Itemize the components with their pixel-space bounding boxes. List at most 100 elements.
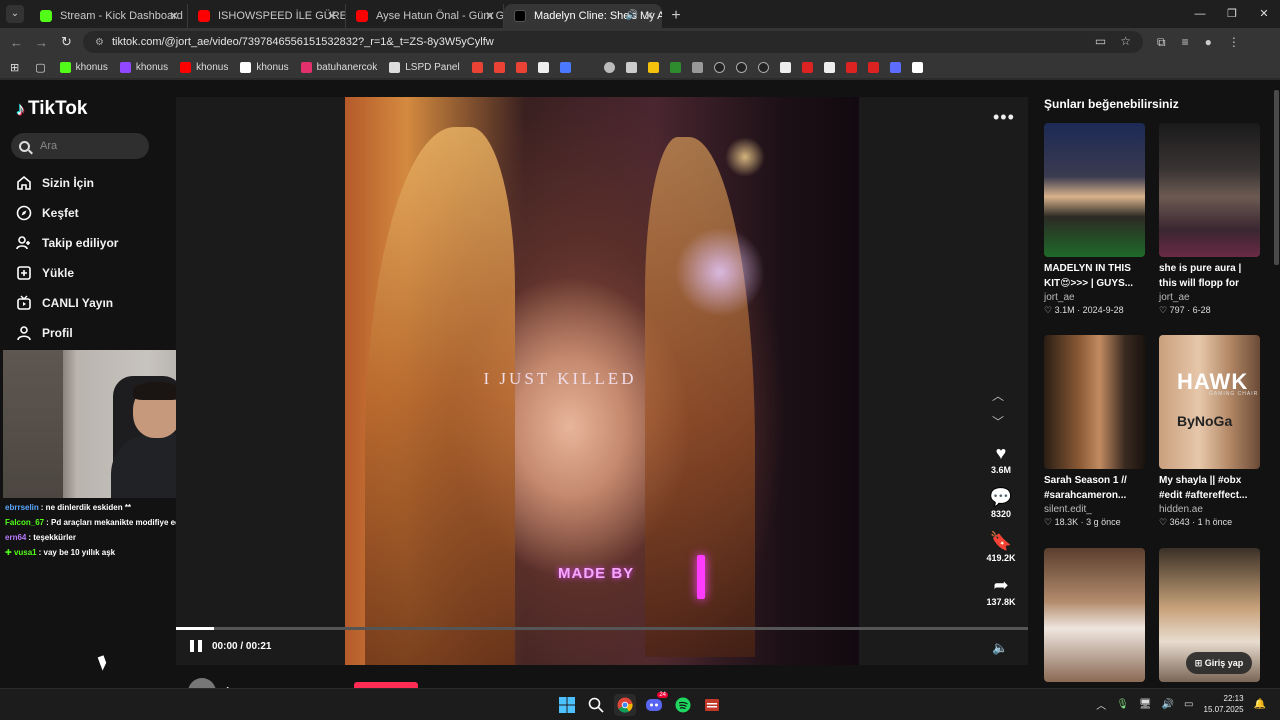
search-box[interactable] — [11, 133, 149, 159]
sidebar-item-live[interactable]: CANLI Yayın — [15, 288, 118, 318]
share-button[interactable]: ➦ 137.8K — [976, 575, 1026, 607]
forward-arrow-icon[interactable]: → — [29, 35, 54, 50]
bookmark-item[interactable]: LSPD Panel — [389, 61, 460, 73]
close-tab-icon[interactable]: ✕ — [644, 4, 654, 28]
tab-ayse-hatun[interactable]: Ayse Hatun Önal - Güm Güm ( ✕ — [346, 4, 504, 28]
close-window-icon[interactable]: ✕ — [1248, 0, 1280, 28]
sidebar-item-profile[interactable]: Profil — [15, 318, 118, 348]
login-button[interactable]: ⊞ Giriş yap — [1186, 652, 1252, 674]
close-tab-icon[interactable]: ✕ — [169, 4, 179, 28]
video-progress-bar[interactable] — [176, 627, 1028, 630]
tab-tiktok-active[interactable]: Madelyn Cline: She's My Al 🔊 ✕ — [504, 4, 662, 28]
windows-start-icon[interactable] — [556, 694, 578, 716]
site-favicon-icon[interactable] — [537, 61, 549, 73]
search-icon[interactable] — [585, 694, 607, 716]
video-thumbnail[interactable] — [1044, 335, 1145, 469]
gmail-favicon-icon[interactable] — [493, 61, 505, 73]
sidebar-item-for-you[interactable]: Sizin İçin — [15, 168, 118, 198]
recommendation-card[interactable] — [1044, 548, 1145, 682]
back-arrow-icon[interactable]: ← — [4, 35, 29, 50]
sidebar-item-explore[interactable]: Keşfet — [15, 198, 118, 228]
folder-icon[interactable]: ▢ — [35, 61, 45, 74]
recommendation-card[interactable]: HAWK GAMING CHAIR ByNoGa My shayla || #o… — [1159, 335, 1260, 528]
site-favicon-icon[interactable] — [911, 61, 923, 73]
comment-button[interactable]: 💬 8320 — [976, 487, 1026, 519]
site-favicon-icon[interactable] — [691, 61, 703, 73]
search-input[interactable] — [40, 140, 140, 152]
apps-grid-icon[interactable]: ⊞ — [10, 61, 19, 74]
sidebar-item-upload[interactable]: Yükle — [15, 258, 118, 288]
chevron-up-icon[interactable]: ︿ — [1096, 697, 1106, 712]
gmail-favicon-icon[interactable] — [515, 61, 527, 73]
cast-icon[interactable]: ▭ — [1095, 34, 1106, 48]
app-icon[interactable] — [701, 694, 723, 716]
like-button[interactable]: ♥ 3.6M — [976, 443, 1026, 475]
address-bar[interactable]: ⚙ tiktok.com/@jort_ae/video/739784655615… — [83, 31, 1143, 53]
tab-kick-dashboard[interactable]: Stream - Kick Dashboard ✕ — [30, 4, 188, 28]
site-favicon-icon[interactable] — [647, 61, 659, 73]
speaker-icon[interactable]: 🔊 — [1162, 699, 1174, 710]
site-favicon-icon[interactable] — [889, 61, 901, 73]
video-thumbnail[interactable] — [1159, 123, 1260, 257]
tab-ishowspeed[interactable]: ISHOWSPEED İLE GÜREŞTİM! @ ✕ — [188, 4, 346, 28]
save-button[interactable]: 🔖 419.2K — [976, 531, 1026, 563]
extensions-icon[interactable]: ⧉ — [1157, 35, 1166, 50]
new-tab-button[interactable]: + — [662, 4, 690, 28]
tiktok-logo[interactable]: ♪ TikTok — [16, 98, 87, 120]
chevron-down-icon[interactable]: ﹀ — [992, 413, 1004, 430]
volume-icon[interactable]: 🔈 — [992, 640, 1008, 656]
globe-favicon-icon[interactable] — [603, 61, 615, 73]
video-frame[interactable]: I JUST KILLED MADE BY — [345, 97, 859, 665]
site-favicon-icon[interactable] — [735, 61, 747, 73]
recommendation-card[interactable]: she is pure aura | this will flopp for s… — [1159, 123, 1260, 316]
site-favicon-icon[interactable] — [823, 61, 835, 73]
restore-icon[interactable]: ❐ — [1216, 0, 1248, 28]
microphone-icon[interactable]: 🎙 — [1116, 699, 1129, 710]
profile-avatar-icon[interactable]: ● — [1205, 35, 1212, 50]
recommendation-card[interactable]: Sarah Season 1 // #sarahcameron... silen… — [1044, 335, 1145, 528]
bookmark-item[interactable]: batuhanercok — [300, 61, 377, 73]
recommendation-card[interactable]: MADELYN IN THIS KIT😍>>> | GUYS... jort_a… — [1044, 123, 1145, 316]
site-info-icon[interactable]: ⚙ — [95, 37, 104, 48]
video-thumbnail[interactable]: HAWK GAMING CHAIR ByNoGa — [1159, 335, 1260, 469]
site-favicon-icon[interactable] — [669, 61, 681, 73]
sidebar-item-following[interactable]: Takip ediliyor — [15, 228, 118, 258]
site-favicon-icon[interactable] — [581, 61, 593, 73]
site-favicon-icon[interactable] — [757, 61, 769, 73]
site-favicon-icon[interactable] — [779, 61, 791, 73]
network-icon[interactable]: 🖥 — [1139, 699, 1152, 710]
site-favicon-icon[interactable] — [713, 61, 725, 73]
site-favicon-icon[interactable] — [867, 61, 879, 73]
taskbar-clock[interactable]: 22:13 15.07.2025 — [1204, 693, 1244, 715]
battery-icon[interactable]: ▭ — [1184, 699, 1193, 710]
notification-bell-icon[interactable]: 🔔 — [1254, 699, 1266, 710]
browser-menu-icon[interactable]: ⋮ — [1228, 35, 1240, 50]
bookmark-item[interactable]: khonus — [180, 61, 228, 73]
video-player[interactable]: I JUST KILLED MADE BY ••• ︿ ﹀ ♥ 3.6M 💬 8… — [176, 97, 1028, 665]
bookmark-item[interactable]: khonus — [240, 61, 289, 73]
close-tab-icon[interactable]: ✕ — [327, 4, 337, 28]
audio-playing-icon[interactable]: 🔊 — [626, 4, 638, 28]
video-thumbnail[interactable] — [1044, 123, 1145, 257]
discord-icon[interactable]: 24 — [643, 692, 668, 716]
scrollbar[interactable] — [1274, 90, 1279, 265]
site-favicon-icon[interactable] — [801, 61, 813, 73]
reading-list-icon[interactable]: ≡ — [1182, 35, 1189, 50]
minimize-icon[interactable]: — — [1184, 0, 1216, 28]
bookmark-item[interactable]: khonus — [119, 61, 168, 73]
site-favicon-icon[interactable] — [845, 61, 857, 73]
bookmark-item[interactable]: khonus — [59, 61, 108, 73]
tab-search-button[interactable]: ⌄ — [6, 5, 24, 23]
video-thumbnail[interactable] — [1044, 548, 1145, 682]
gmail-favicon-icon[interactable] — [471, 61, 483, 73]
spotify-icon[interactable] — [672, 694, 694, 716]
chevron-up-icon[interactable]: ︿ — [992, 387, 1004, 404]
reload-icon[interactable]: ↻ — [54, 34, 79, 50]
site-favicon-icon[interactable] — [625, 61, 637, 73]
pause-icon[interactable] — [190, 640, 202, 652]
bookmark-star-icon[interactable]: ☆ — [1120, 34, 1131, 48]
close-tab-icon[interactable]: ✕ — [485, 4, 495, 28]
more-options-icon[interactable]: ••• — [993, 107, 1015, 128]
chrome-icon[interactable] — [614, 694, 636, 716]
site-favicon-icon[interactable] — [559, 61, 571, 73]
